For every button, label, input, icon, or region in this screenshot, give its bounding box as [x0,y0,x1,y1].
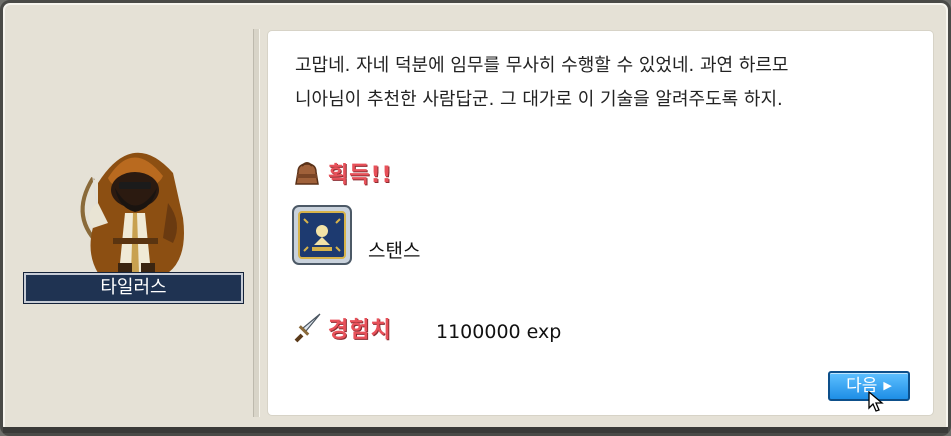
dialog-message: 고맙네. 자네 덕분에 임무를 무사히 수행할 수 있었네. 과연 하르모 니아… [295,55,789,110]
reward-item-name: 스탠스 [368,240,421,262]
sword-icon [294,313,321,343]
skill-book-icon[interactable] [292,205,352,265]
exp-heading-label: 경험치 [328,318,392,343]
mouse-cursor-icon [868,391,884,412]
bag-icon [295,162,319,185]
npc-dialog-window: 타일러스 고맙네. 자네 덕분에 임무를 무사히 수행할 수 있었네. 과연 하… [0,0,951,436]
play-arrow-icon: ▶ [883,379,892,392]
hooded-npc-portrait [80,152,184,273]
exp-heading: 경험치 [292,311,392,345]
obtain-heading-label: 획득!! [328,163,393,188]
exp-value: 1100000 exp [436,321,562,343]
panel-divider [253,29,260,417]
npc-name-plate: 타일러스 [23,272,244,304]
obtain-heading: 획득!! [292,157,393,189]
dialog-content-panel: 고맙네. 자네 덕분에 임무를 무사히 수행할 수 있었네. 과연 하르모 니아… [268,31,933,415]
window-bottom-bar [3,427,948,433]
